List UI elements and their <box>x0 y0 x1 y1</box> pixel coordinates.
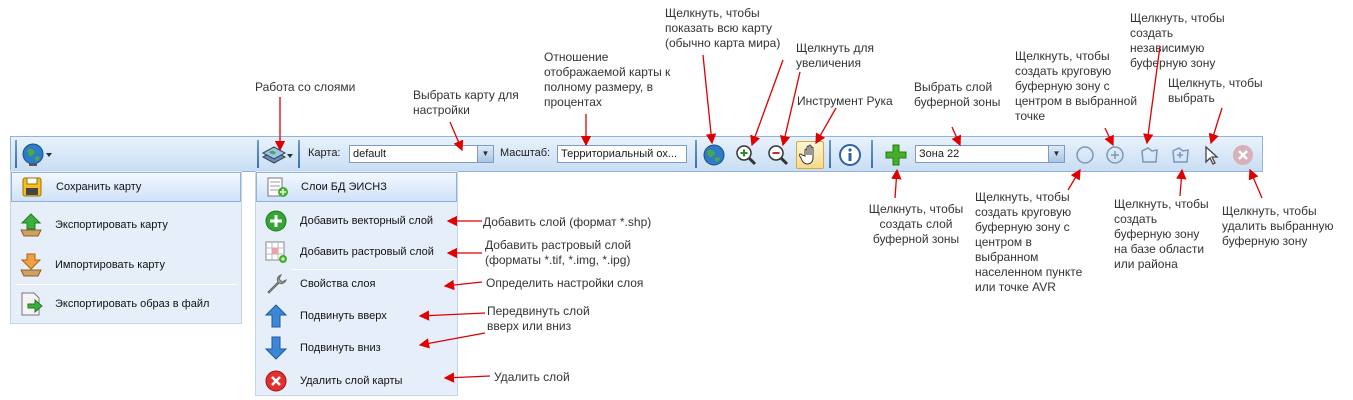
arrow-select <box>1208 107 1223 145</box>
arrow-circle-city <box>1067 168 1081 191</box>
arrow-zoom-in <box>750 59 784 147</box>
arrow-choose-map <box>449 121 464 152</box>
arrow-area <box>1176 168 1187 197</box>
arrow-layer-settings <box>443 279 483 291</box>
arrow-delete-zone <box>1248 168 1263 199</box>
arrow-circle-point <box>1104 127 1114 147</box>
arrow-move-up <box>418 310 486 321</box>
arrow-whole-map <box>702 54 717 145</box>
arrow-delete-layer <box>443 372 491 383</box>
arrow-hand <box>815 107 837 145</box>
callout-arrows <box>274 45 1263 383</box>
arrow-create-layer <box>891 168 902 199</box>
arrow-move-down <box>418 332 486 349</box>
arrow-zoom-out <box>779 71 801 147</box>
arrow-independent <box>1143 45 1161 145</box>
arrow-buffer-layer <box>951 126 962 147</box>
